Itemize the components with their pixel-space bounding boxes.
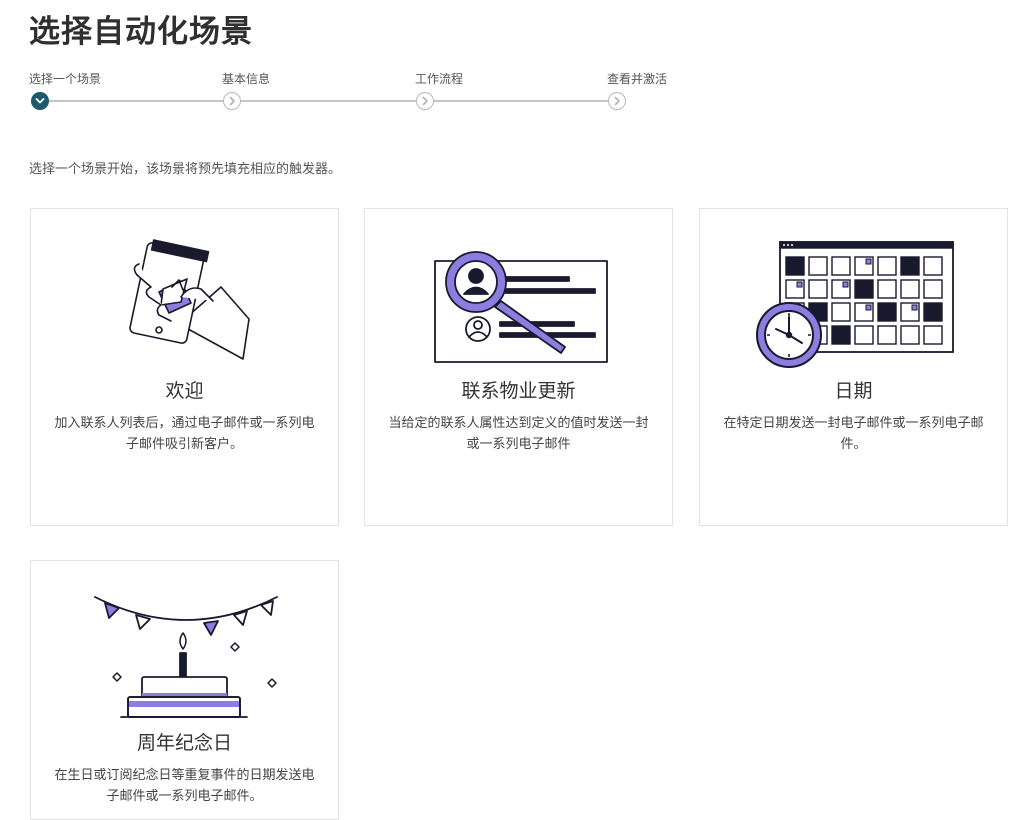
chevron-right-icon — [614, 96, 620, 106]
step-label-review: 查看并激活 — [607, 72, 668, 86]
contact-magnifier-icon — [434, 251, 608, 363]
scenario-card-welcome[interactable]: 欢迎 加入联系人列表后，通过电子邮件或一系列电子邮件吸引新客户。 — [30, 208, 339, 526]
card-title: 周年纪念日 — [136, 732, 232, 754]
scenario-card-contact-property[interactable]: 联系物业更新 当给定的联系人属性达到定义的值时发送一封或一系列电子邮件 — [364, 208, 673, 526]
scenario-card-anniversary[interactable]: 周年纪念日 在生日或订阅纪念日等重复事件的日期发送电子邮件或一系列电子邮件。 — [30, 560, 339, 820]
step-label-basic-info: 基本信息 — [222, 72, 271, 86]
step-label-workflow: 工作流程 — [415, 72, 464, 86]
step-label-scenario: 选择一个场景 — [29, 72, 102, 86]
step-node-workflow[interactable] — [416, 92, 434, 110]
step-node-basic-info[interactable] — [223, 92, 241, 110]
progress-stepper: 选择一个场景 基本信息 工作流程 查看并激活 — [0, 0, 700, 120]
step-connector — [434, 100, 609, 102]
phone-hand-icon — [129, 239, 250, 360]
intro-text: 选择一个场景开始，该场景将预先填充相应的触发器。 — [29, 162, 342, 177]
step-connector — [49, 100, 223, 102]
chevron-right-icon — [422, 96, 428, 106]
step-node-scenario[interactable] — [31, 92, 49, 110]
card-description: 在特定日期发送一封电子邮件或一系列电子邮件。 — [723, 416, 984, 452]
card-title: 欢迎 — [165, 380, 204, 402]
step-node-review[interactable] — [608, 92, 626, 110]
scenario-card-date[interactable]: 日期 在特定日期发送一封电子邮件或一系列电子邮件。 — [699, 208, 1008, 526]
card-title: 日期 — [834, 380, 873, 402]
step-connector — [241, 100, 416, 102]
birthday-cake-icon — [94, 596, 278, 718]
chevron-right-icon — [229, 96, 235, 106]
chevron-down-icon — [35, 98, 45, 104]
card-title: 联系物业更新 — [461, 380, 576, 402]
calendar-clock-icon — [756, 241, 954, 368]
card-description: 加入联系人列表后，通过电子邮件或一系列电子邮件吸引新客户。 — [54, 416, 315, 452]
card-description: 在生日或订阅纪念日等重复事件的日期发送电子邮件或一系列电子邮件。 — [54, 768, 315, 804]
card-description: 当给定的联系人属性达到定义的值时发送一封或一系列电子邮件 — [388, 416, 649, 452]
